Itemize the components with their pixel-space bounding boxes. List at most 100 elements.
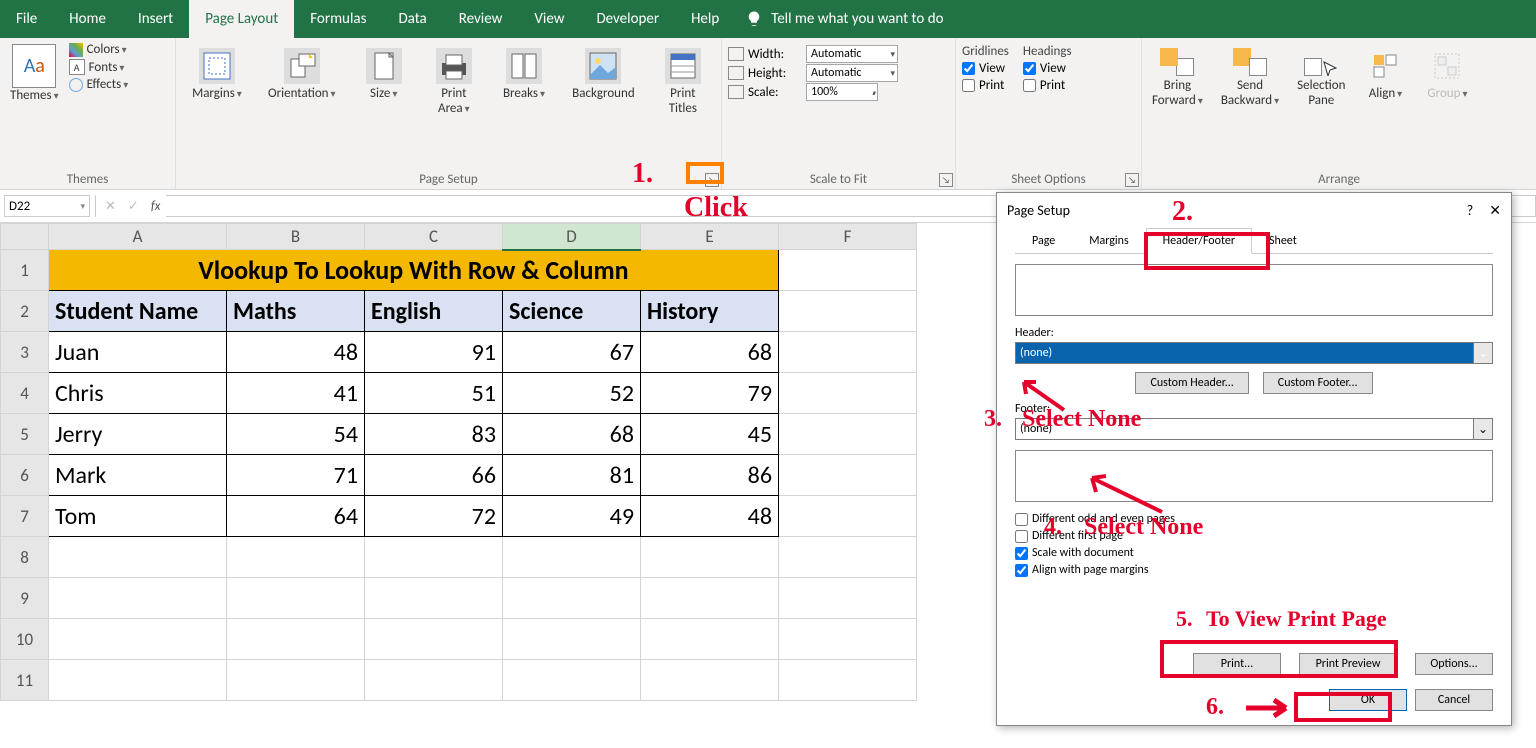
row-header-11[interactable]: 11 [1, 660, 49, 701]
table-cell[interactable]: 68 [503, 414, 641, 455]
align-button[interactable]: Align [1359, 46, 1411, 103]
table-cell[interactable]: 86 [641, 455, 779, 496]
row-header-8[interactable]: 8 [1, 537, 49, 578]
table-cell[interactable]: 72 [365, 496, 503, 537]
col-header-a[interactable]: A [49, 224, 227, 250]
print-preview-button[interactable]: Print Preview [1299, 653, 1397, 675]
table-cell[interactable]: 91 [365, 332, 503, 373]
cancel-button[interactable]: Cancel [1415, 689, 1493, 711]
size-button[interactable]: Size [358, 46, 410, 103]
row-header-3[interactable]: 3 [1, 332, 49, 373]
row-header-7[interactable]: 7 [1, 496, 49, 537]
dialog-tab-page[interactable]: Page [1015, 228, 1072, 254]
table-cell[interactable]: 48 [641, 496, 779, 537]
table-cell[interactable]: 52 [503, 373, 641, 414]
col-header-e[interactable]: E [641, 224, 779, 250]
margins-button[interactable]: Margins [188, 46, 246, 103]
name-box[interactable]: D22 [4, 195, 90, 217]
custom-footer-button[interactable]: Custom Footer... [1263, 372, 1373, 394]
table-cell[interactable]: 68 [641, 332, 779, 373]
scale-spinner[interactable]: 100% [806, 83, 878, 101]
tell-me[interactable]: Tell me what you want to do [745, 0, 943, 38]
col-header-c[interactable]: C [365, 224, 503, 250]
background-button[interactable]: Background [568, 46, 639, 103]
col-header-f[interactable]: F [779, 224, 917, 250]
selection-pane-button[interactable]: Selection Pane [1293, 46, 1349, 110]
fx-icon[interactable]: fx [145, 199, 167, 214]
tab-insert[interactable]: Insert [122, 0, 189, 38]
header-dropdown[interactable]: (none) [1015, 342, 1493, 364]
diff-first-page-checkbox[interactable]: Different first page [1015, 529, 1493, 543]
height-combo[interactable]: Automatic [806, 64, 898, 82]
table-header[interactable]: Student Name [49, 291, 227, 332]
table-cell[interactable]: 66 [365, 455, 503, 496]
table-title-cell[interactable]: Vlookup To Lookup With Row & Column [49, 250, 779, 291]
dialog-close-icon[interactable]: ✕ [1489, 202, 1501, 219]
diff-odd-even-checkbox[interactable]: Different odd and even pages [1015, 512, 1493, 526]
table-cell[interactable]: Chris [49, 373, 227, 414]
fonts-button[interactable]: AFonts [69, 59, 129, 75]
headings-print-checkbox[interactable]: Print [1023, 78, 1072, 93]
tab-home[interactable]: Home [53, 0, 122, 38]
table-cell[interactable]: Tom [49, 496, 227, 537]
print-area-button[interactable]: Print Area [428, 46, 480, 118]
table-cell[interactable]: Jerry [49, 414, 227, 455]
send-backward-button[interactable]: Send Backward [1217, 46, 1283, 110]
tab-file[interactable]: File [0, 0, 53, 38]
table-cell[interactable]: 49 [503, 496, 641, 537]
align-margins-checkbox[interactable]: Align with page margins [1015, 563, 1493, 577]
print-titles-button[interactable]: Print Titles [657, 46, 709, 118]
dialog-tab-header-footer[interactable]: Header/Footer [1146, 228, 1252, 254]
col-header-d[interactable]: D [503, 224, 641, 250]
scale-to-fit-launcher[interactable]: ↘ [939, 173, 953, 187]
row-header-1[interactable]: 1 [1, 250, 49, 291]
tab-developer[interactable]: Developer [580, 0, 675, 38]
dialog-tab-sheet[interactable]: Sheet [1252, 228, 1314, 254]
sheet-options-launcher[interactable]: ↘ [1125, 173, 1139, 187]
dialog-help-icon[interactable]: ? [1467, 202, 1474, 219]
ok-button[interactable]: OK [1329, 689, 1407, 711]
tab-review[interactable]: Review [443, 0, 519, 38]
row-header-9[interactable]: 9 [1, 578, 49, 619]
gridlines-view-checkbox[interactable]: View [962, 61, 1009, 76]
table-header[interactable]: English [365, 291, 503, 332]
options-button[interactable]: Options... [1415, 653, 1493, 675]
table-cell[interactable]: 41 [227, 373, 365, 414]
enter-formula-icon[interactable]: ✓ [122, 199, 145, 214]
table-cell[interactable]: 48 [227, 332, 365, 373]
table-cell[interactable]: 51 [365, 373, 503, 414]
print-button[interactable]: Print... [1193, 653, 1281, 675]
orientation-button[interactable]: Orientation [264, 46, 340, 103]
width-combo[interactable]: Automatic [806, 45, 898, 63]
custom-header-button[interactable]: Custom Header... [1135, 372, 1248, 394]
tab-help[interactable]: Help [675, 0, 735, 38]
table-cell[interactable]: 67 [503, 332, 641, 373]
row-header-5[interactable]: 5 [1, 414, 49, 455]
table-cell[interactable]: 79 [641, 373, 779, 414]
scale-with-doc-checkbox[interactable]: Scale with document [1015, 546, 1493, 560]
breaks-button[interactable]: Breaks [498, 46, 550, 103]
row-header-4[interactable]: 4 [1, 373, 49, 414]
dialog-tab-margins[interactable]: Margins [1072, 228, 1145, 254]
table-cell[interactable]: Mark [49, 455, 227, 496]
table-cell[interactable]: Juan [49, 332, 227, 373]
gridlines-print-checkbox[interactable]: Print [962, 78, 1009, 93]
table-header[interactable]: Maths [227, 291, 365, 332]
table-header[interactable]: History [641, 291, 779, 332]
bring-forward-button[interactable]: Bring Forward [1148, 46, 1207, 110]
tab-formulas[interactable]: Formulas [294, 0, 382, 38]
effects-button[interactable]: Effects [69, 77, 129, 92]
tab-view[interactable]: View [518, 0, 580, 38]
table-cell[interactable]: 54 [227, 414, 365, 455]
group-button[interactable]: Group [1421, 46, 1473, 103]
tab-page-layout[interactable]: Page Layout [189, 0, 294, 38]
cancel-formula-icon[interactable]: ✕ [99, 199, 122, 214]
select-all-corner[interactable] [1, 224, 49, 250]
colors-button[interactable]: Colors [69, 42, 129, 57]
row-header-6[interactable]: 6 [1, 455, 49, 496]
tab-data[interactable]: Data [382, 0, 442, 38]
table-cell[interactable]: 71 [227, 455, 365, 496]
table-cell[interactable]: 83 [365, 414, 503, 455]
table-header[interactable]: Science [503, 291, 641, 332]
themes-button[interactable]: Aa Themes [6, 42, 63, 105]
